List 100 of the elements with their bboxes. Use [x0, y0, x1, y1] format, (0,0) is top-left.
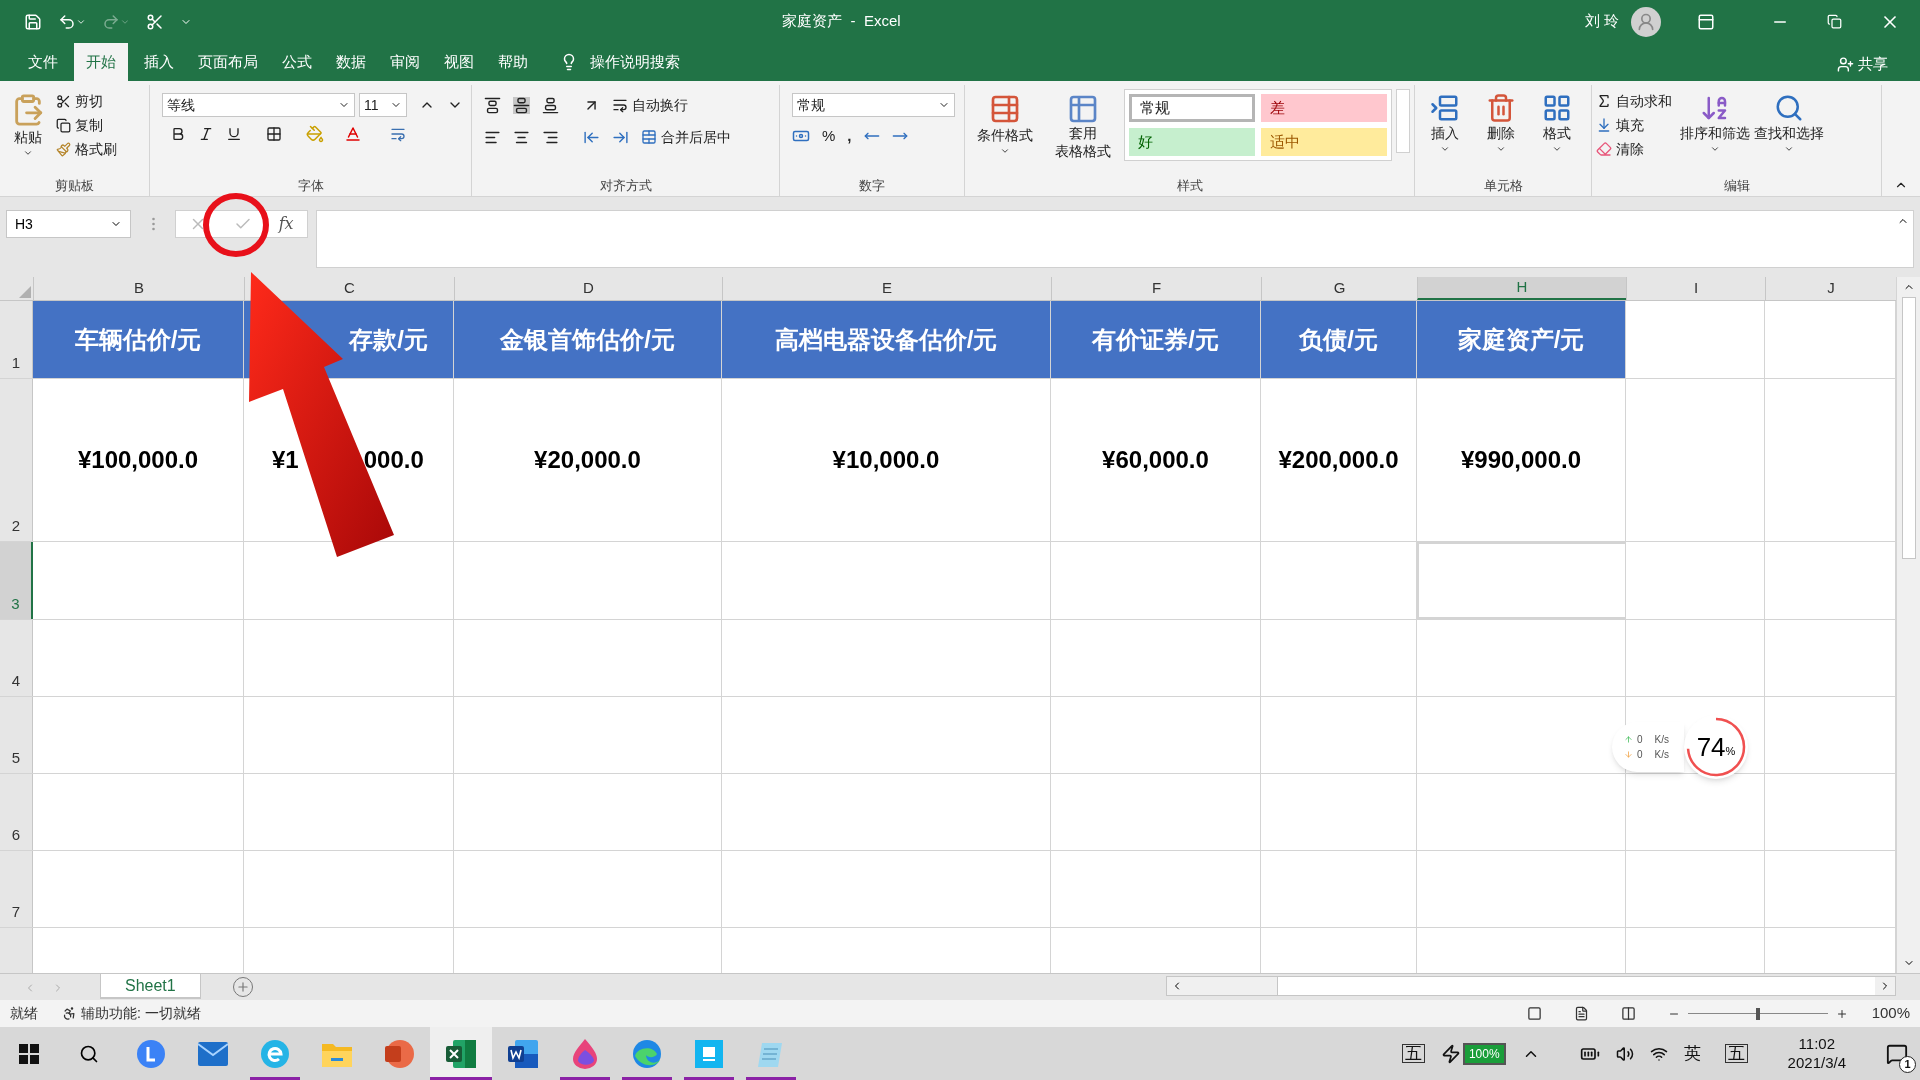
column-header[interactable]: F — [1051, 277, 1261, 300]
number-format-field[interactable]: 常规 — [792, 93, 955, 117]
ribbon-tab[interactable]: 帮助 — [490, 43, 536, 81]
caret-icon[interactable] — [1496, 144, 1506, 154]
fill-button[interactable]: 填充 — [1612, 113, 1648, 137]
column-header[interactable]: D — [454, 277, 722, 300]
format-painter-button[interactable]: 格式刷 — [71, 137, 121, 161]
caret-icon[interactable] — [23, 148, 33, 158]
row-header[interactable]: 7 — [0, 851, 33, 927]
volume-icon[interactable] — [1615, 1044, 1634, 1063]
row-header[interactable]: 3 — [0, 542, 33, 619]
save-icon[interactable] — [24, 12, 42, 31]
bottom-align-icon[interactable] — [542, 96, 559, 114]
cell-style-option[interactable]: 常规 — [1129, 94, 1256, 122]
insert-cells-button[interactable]: 插入 — [1431, 123, 1459, 144]
cut-icon[interactable] — [146, 12, 164, 31]
zoom-slider[interactable] — [1687, 1007, 1828, 1020]
ribbon-tab[interactable]: 页面布局 — [190, 43, 266, 81]
horizontal-scrollbar[interactable] — [1166, 976, 1896, 996]
eraser-icon[interactable] — [1596, 141, 1612, 157]
delete-cells-button[interactable]: 删除 — [1487, 123, 1515, 144]
merge-center-button[interactable]: 合并后居中 — [657, 125, 735, 149]
row-header[interactable]: 6 — [0, 774, 33, 850]
normal-view-icon[interactable] — [1526, 1006, 1542, 1021]
page-break-view-icon[interactable] — [1620, 1006, 1636, 1021]
column-header[interactable]: E — [722, 277, 1051, 300]
paste-button[interactable]: 粘贴 — [14, 127, 42, 148]
ribbon-tab[interactable]: 公式 — [274, 43, 320, 81]
sigma-icon[interactable] — [1596, 93, 1612, 109]
clear-button[interactable]: 清除 — [1612, 137, 1648, 161]
underline-icon[interactable] — [226, 126, 242, 142]
caret-icon[interactable] — [1440, 144, 1450, 154]
undo-icon[interactable] — [58, 12, 76, 31]
ribbon-tab[interactable]: 视图 — [436, 43, 482, 81]
ribbon-tab[interactable]: 开始 — [74, 43, 128, 81]
row-header[interactable]: 1 — [0, 301, 33, 378]
scrollbar-thumb[interactable] — [1901, 297, 1916, 559]
ribbon-tab[interactable]: 文件 — [20, 43, 66, 81]
ribbon-tab[interactable]: 数据 — [328, 43, 374, 81]
row-header[interactable]: 2 — [0, 379, 33, 541]
share-icon[interactable] — [1837, 55, 1854, 73]
find-select-button[interactable]: 查找和选择 — [1754, 123, 1824, 144]
column-header[interactable]: I — [1626, 277, 1765, 300]
wrap-text-button[interactable]: 自动换行 — [628, 93, 692, 117]
cut-button[interactable]: 剪切 — [71, 89, 107, 113]
comma-button[interactable]: , — [847, 125, 852, 148]
search-icon[interactable] — [79, 1043, 99, 1064]
trash-icon[interactable] — [1486, 93, 1516, 123]
battery-indicator[interactable]: 100% — [1462, 1042, 1506, 1065]
column-header[interactable]: H — [1417, 277, 1626, 300]
cell-style-option[interactable]: 适中 — [1261, 128, 1388, 156]
caret-icon[interactable] — [999, 146, 1010, 156]
format-cells-button[interactable]: 格式 — [1543, 123, 1571, 144]
accessibility-icon[interactable] — [62, 1006, 77, 1021]
borders-icon[interactable] — [266, 126, 282, 142]
fill-down-icon[interactable] — [1596, 117, 1612, 133]
merge-cells-icon[interactable] — [641, 129, 657, 145]
avatar-icon[interactable] — [1631, 6, 1661, 37]
formula-input[interactable] — [316, 210, 1914, 268]
cell-style-option[interactable]: 好 — [1129, 128, 1256, 156]
language-indicator[interactable]: 英 — [1683, 1040, 1701, 1067]
insert-function-button[interactable]: fx — [278, 212, 294, 236]
format-as-table-button[interactable]: 套用 表格格式 — [1054, 125, 1111, 160]
italic-icon[interactable] — [198, 126, 214, 142]
active-cell[interactable] — [1417, 542, 1626, 619]
lightning-icon[interactable] — [1440, 1043, 1461, 1064]
paintbrush-icon[interactable] — [56, 141, 71, 157]
name-box[interactable]: H3 — [6, 210, 131, 238]
font-size-field[interactable]: 11 — [359, 93, 407, 117]
copy-button[interactable]: 复制 — [71, 113, 107, 137]
font-color-icon[interactable] — [344, 125, 362, 143]
ribbon-tab[interactable]: 审阅 — [382, 43, 428, 81]
scissors-icon[interactable] — [56, 93, 71, 109]
share-button[interactable]: 共享 — [1858, 52, 1888, 76]
tell-me-search[interactable]: 操作说明搜索 — [590, 50, 680, 74]
ime-indicator[interactable]: 五 — [1724, 1044, 1748, 1063]
gallery-scrollbar[interactable] — [1396, 89, 1410, 153]
ribbon-tab[interactable]: 插入 — [136, 43, 182, 81]
autosum-button[interactable]: 自动求和 — [1612, 89, 1676, 113]
fill-color-icon[interactable] — [306, 125, 324, 143]
insert-rows-icon[interactable] — [1430, 93, 1460, 123]
zoom-level[interactable]: 100% — [1871, 1002, 1910, 1025]
accessibility-status[interactable]: 辅助功能: 一切就绪 — [81, 1003, 201, 1024]
ime-indicator[interactable]: 五 — [1401, 1044, 1425, 1063]
caret-icon[interactable] — [1710, 144, 1720, 154]
caret-icon[interactable] — [1784, 144, 1794, 154]
sheet-tab[interactable]: Sheet1 — [100, 974, 201, 999]
network-speed-widget[interactable]: 0 K/s 0 K/s — [1612, 722, 1684, 772]
start-button[interactable] — [19, 1043, 39, 1064]
copy-icon[interactable] — [56, 117, 71, 133]
zoom-in-icon[interactable] — [1835, 1007, 1848, 1020]
caret-icon[interactable] — [1552, 144, 1562, 154]
sort-filter-button[interactable]: 排序和筛选 — [1680, 123, 1750, 144]
drag-handle-icon[interactable] — [151, 217, 155, 231]
font-name-field[interactable]: 等线 — [162, 93, 355, 117]
zoom-slider-thumb[interactable] — [1755, 1007, 1760, 1020]
percent-button[interactable]: % — [822, 125, 836, 148]
wrap-text-icon[interactable] — [612, 97, 628, 113]
restore-icon[interactable] — [1827, 14, 1842, 29]
scrollbar-thumb[interactable] — [1277, 977, 1875, 995]
